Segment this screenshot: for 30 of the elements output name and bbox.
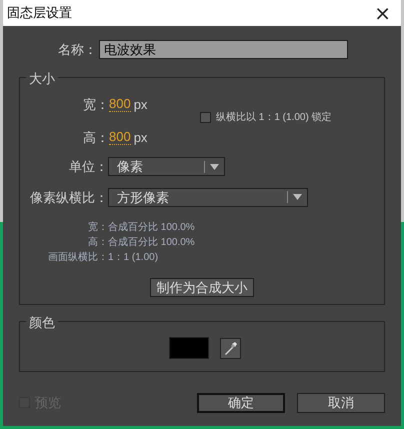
dialog-button[interactable]: 取消 xyxy=(297,392,385,412)
info-value: 1：1 (1.00) xyxy=(108,251,158,265)
info-label: 宽： xyxy=(87,220,108,235)
make-comp-size-button[interactable]: 制作为合成大小 xyxy=(150,278,254,297)
name-label: 名称： xyxy=(57,41,97,59)
eyedropper-button[interactable] xyxy=(220,338,241,358)
color-swatch[interactable] xyxy=(169,337,209,359)
caret-icon xyxy=(293,194,302,200)
dimension-value[interactable]: 800 xyxy=(109,97,131,112)
lock-aspect-label: 纵横比以 1：1 (1.00) 锁定 xyxy=(216,110,332,125)
name-field[interactable]: 电波效果 xyxy=(99,40,348,60)
caret-icon xyxy=(210,164,219,170)
units-dropdown[interactable]: 像素 xyxy=(108,157,225,176)
info-label: 画面纵横比： xyxy=(47,250,108,265)
eyedropper-icon xyxy=(223,340,238,356)
pixel-aspect-label: 像素纵横比： xyxy=(29,188,108,206)
info-value: 合成百分比 100.0% xyxy=(108,236,195,250)
close-button[interactable]: × xyxy=(368,3,397,23)
dimension-label: 高： xyxy=(83,128,109,146)
dimension-value[interactable]: 800 xyxy=(109,130,131,145)
dialog-button[interactable]: 确定 xyxy=(197,392,285,412)
checkbox[interactable] xyxy=(200,112,211,123)
info-label: 高： xyxy=(87,236,108,250)
pixel-aspect-dropdown[interactable]: 方形像素 xyxy=(108,188,308,207)
info-value: 合成百分比 100.0% xyxy=(108,220,195,235)
dimension-label: 宽： xyxy=(83,96,109,114)
unit-label: px xyxy=(134,128,148,147)
unit-label: px xyxy=(134,96,148,114)
window-title: 固态层设置 xyxy=(7,4,72,22)
units-label: 单位： xyxy=(68,158,108,176)
